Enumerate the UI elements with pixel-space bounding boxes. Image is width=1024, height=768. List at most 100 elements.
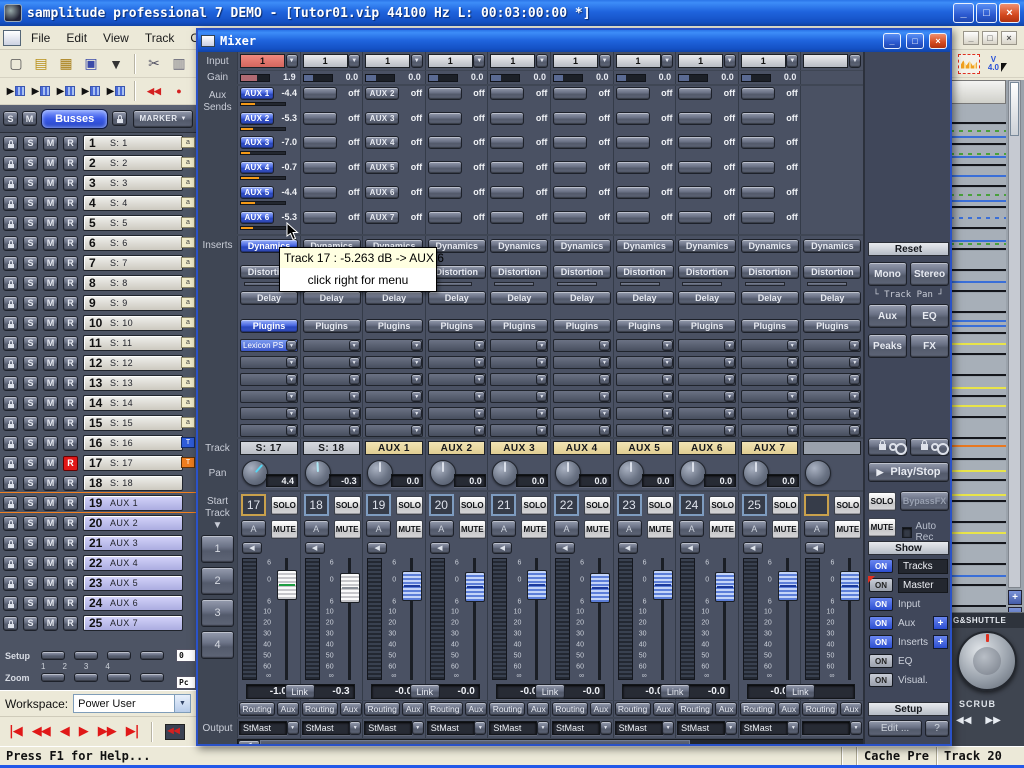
- aux-send-button[interactable]: [490, 87, 524, 100]
- speaker-icon[interactable]: ◀: [555, 542, 575, 554]
- step-back-button[interactable]: ◀: [60, 724, 69, 739]
- eq-view-button[interactable]: EQ: [910, 304, 949, 328]
- aux-send-button[interactable]: [616, 112, 650, 125]
- routing-button[interactable]: Routing: [615, 702, 651, 716]
- aux-send-slot[interactable]: off: [489, 185, 549, 209]
- solo-toggle[interactable]: S: [23, 476, 38, 491]
- fader-track[interactable]: [714, 558, 736, 680]
- marker-button[interactable]: MARKER▼: [133, 110, 193, 128]
- chevron-down-icon[interactable]: ▼: [786, 54, 798, 68]
- setup-bank-2[interactable]: [74, 651, 98, 660]
- plugin-slot[interactable]: ▼: [803, 390, 861, 403]
- record-toggle[interactable]: R: [63, 456, 78, 471]
- fx-button[interactable]: FX: [910, 334, 949, 358]
- plugin-slot[interactable]: ▼: [303, 424, 361, 437]
- aux-send-button[interactable]: AUX 4: [365, 136, 399, 149]
- aux-send-button[interactable]: [428, 136, 462, 149]
- link-button[interactable]: Link: [535, 684, 565, 699]
- track-name-box[interactable]: 14S: 14: [83, 395, 183, 411]
- chevron-down-icon[interactable]: ▼: [662, 340, 673, 351]
- lock-icon[interactable]: [3, 316, 18, 331]
- routing-button[interactable]: Routing: [489, 702, 525, 716]
- peaks-button[interactable]: Peaks: [868, 334, 907, 358]
- chevron-down-icon[interactable]: ▼: [349, 357, 360, 368]
- forward-button[interactable]: ▶▶: [985, 715, 1000, 726]
- fader-handle[interactable]: [527, 570, 547, 600]
- insert-delay-button[interactable]: Delay: [616, 291, 674, 305]
- aux-send-slot[interactable]: AUX 5-4.4: [239, 185, 299, 209]
- chevron-down-icon[interactable]: ▼: [849, 340, 860, 351]
- solo-toggle[interactable]: S: [23, 536, 38, 551]
- aux-send-button[interactable]: [303, 87, 337, 100]
- plugin-slot[interactable]: ▼: [428, 373, 486, 386]
- aux-send-button[interactable]: [490, 186, 524, 199]
- record-waveform-icon[interactable]: ◀◀: [165, 724, 185, 740]
- automation-button[interactable]: A: [617, 520, 642, 537]
- record-toggle[interactable]: R: [63, 576, 78, 591]
- output-select[interactable]: StMast: [427, 721, 475, 735]
- new-document-icon[interactable]: ▢: [5, 53, 27, 75]
- chevron-down-icon[interactable]: ▼: [349, 391, 360, 402]
- lock-icon[interactable]: [3, 296, 18, 311]
- plugin-slot[interactable]: ▼: [428, 339, 486, 352]
- zoom-in-button[interactable]: +: [1008, 590, 1022, 605]
- chevron-down-icon[interactable]: ▼: [787, 357, 798, 368]
- insert-distortion-button[interactable]: Distortion: [741, 265, 799, 279]
- aux-send-slot[interactable]: off: [740, 185, 800, 209]
- mute-toggle[interactable]: M: [43, 536, 58, 551]
- record-toggle[interactable]: R: [63, 596, 78, 611]
- aux-send-slot[interactable]: off: [552, 86, 612, 110]
- solo-button[interactable]: SOLO: [521, 496, 548, 515]
- aux-send-slot[interactable]: AUX 4off: [364, 135, 424, 159]
- aux-send-slot[interactable]: off: [740, 210, 800, 234]
- aux-send-slot[interactable]: off: [552, 160, 612, 184]
- chevron-down-icon[interactable]: ▼: [286, 340, 297, 351]
- track-name-box[interactable]: 19AUX 1: [83, 495, 183, 511]
- start-track-2[interactable]: 2: [201, 567, 234, 595]
- plugin-slot[interactable]: ▼: [303, 339, 361, 352]
- chevron-down-icon[interactable]: ▼: [411, 425, 422, 436]
- aux-send-slot[interactable]: off: [615, 135, 675, 159]
- speaker-icon[interactable]: ◀: [743, 542, 763, 554]
- aux-send-slot[interactable]: off: [677, 210, 737, 234]
- aux-send-slot[interactable]: off: [615, 185, 675, 209]
- mute-toggle[interactable]: M: [43, 356, 58, 371]
- on-toggle[interactable]: ON: [869, 597, 893, 611]
- aux-send-slot[interactable]: off: [302, 160, 362, 184]
- lock-icon[interactable]: [3, 596, 18, 611]
- aux-send-button[interactable]: [678, 161, 712, 174]
- aux-send-slot[interactable]: AUX 2off: [364, 86, 424, 110]
- lock-icon[interactable]: [3, 456, 18, 471]
- pan-knob[interactable]: [367, 460, 393, 486]
- plugin-slot[interactable]: ▼: [240, 356, 298, 369]
- record-toggle[interactable]: R: [63, 556, 78, 571]
- track-name-box[interactable]: 7S: 7: [83, 255, 183, 271]
- setup-bank-3[interactable]: [107, 651, 131, 660]
- solo-button[interactable]: SOLO: [584, 496, 611, 515]
- vertical-scrollbar[interactable]: [1008, 80, 1021, 588]
- aux-button[interactable]: Aux: [715, 702, 737, 716]
- mute-button[interactable]: MUTE: [396, 520, 423, 539]
- play-stop-button[interactable]: ▶ Play/Stop: [868, 462, 949, 482]
- input-select[interactable]: [803, 54, 848, 68]
- output-select[interactable]: StMast: [677, 721, 725, 735]
- record-toggle[interactable]: R: [63, 336, 78, 351]
- solo-toggle[interactable]: S: [23, 496, 38, 511]
- solo-toggle[interactable]: S: [23, 556, 38, 571]
- plugin-slot[interactable]: ▼: [616, 356, 674, 369]
- gain-slider[interactable]: [240, 74, 270, 82]
- bypass-fx-button[interactable]: BypassFX: [900, 491, 949, 511]
- insert-dynamics-button[interactable]: Dynamics: [490, 239, 548, 253]
- aux-send-slot[interactable]: AUX 2-5.3: [239, 111, 299, 135]
- aux-send-button[interactable]: [303, 211, 337, 224]
- link-button[interactable]: Link: [410, 684, 440, 699]
- aux-send-button[interactable]: [741, 161, 775, 174]
- chevron-down-icon[interactable]: ▼: [599, 391, 610, 402]
- fader-handle[interactable]: [465, 572, 485, 602]
- insert-delay-button[interactable]: Delay: [365, 291, 423, 305]
- mute-toggle[interactable]: M: [43, 376, 58, 391]
- record-toggle[interactable]: R: [63, 476, 78, 491]
- chevron-down-icon[interactable]: ▼: [536, 391, 547, 402]
- aux-send-slot[interactable]: off: [427, 111, 487, 135]
- fader-track[interactable]: [339, 558, 361, 680]
